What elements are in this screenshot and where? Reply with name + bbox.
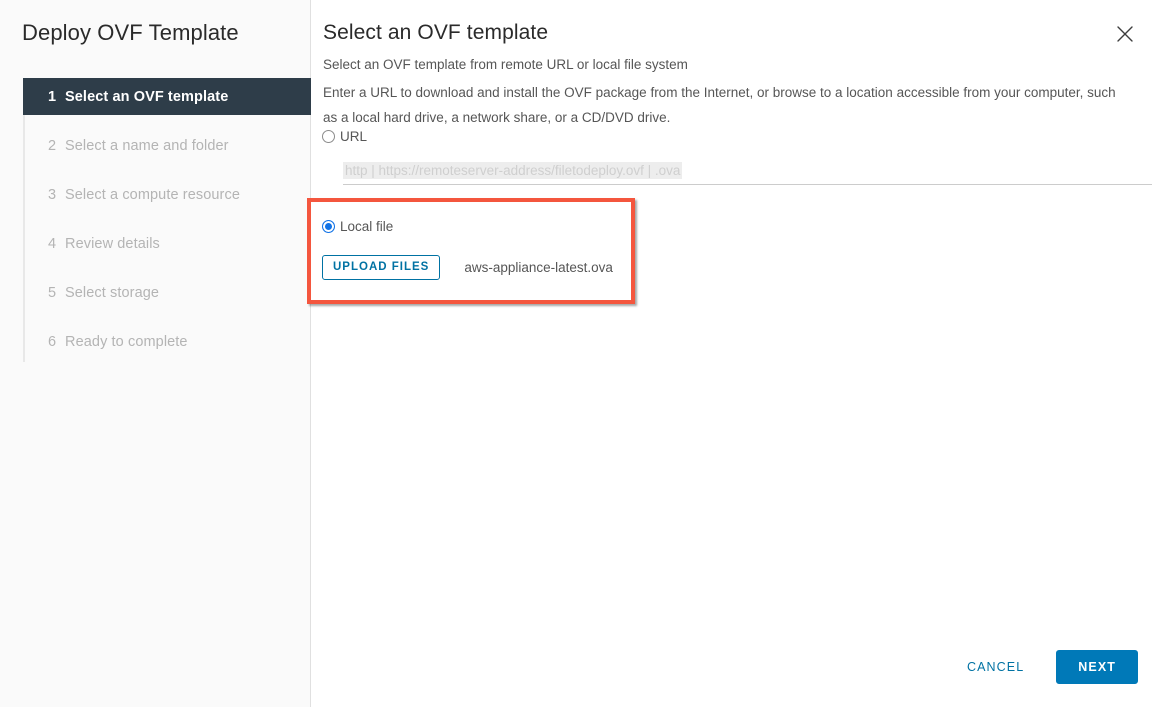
- sidebar-step-select-an-ovf-template[interactable]: 1 Select an OVF template: [23, 78, 311, 115]
- wizard-footer: CANCEL NEXT: [953, 650, 1138, 684]
- close-icon[interactable]: [1113, 22, 1137, 46]
- wizard-sidebar: Deploy OVF Template 1 Select an OVF temp…: [0, 0, 311, 707]
- radio-url-label: URL: [340, 129, 368, 144]
- radio-url-icon[interactable]: [322, 130, 335, 143]
- step-label: Review details: [65, 235, 160, 252]
- selected-file-name: aws-appliance-latest.ova: [464, 260, 613, 275]
- radio-local-file-label: Local file: [340, 219, 394, 234]
- step-label: Select an OVF template: [65, 88, 229, 105]
- step-number: 4: [48, 235, 57, 252]
- sidebar-step-ready-to-complete[interactable]: 6 Ready to complete: [23, 323, 311, 360]
- step-number: 6: [48, 333, 57, 350]
- upload-files-button[interactable]: UPLOAD FILES: [322, 255, 441, 280]
- radio-local-file-icon[interactable]: [322, 220, 335, 233]
- sidebar-step-select-storage[interactable]: 5 Select storage: [23, 274, 311, 311]
- page-title: Select an OVF template: [323, 21, 549, 44]
- next-button[interactable]: NEXT: [1056, 650, 1138, 684]
- upload-row: UPLOAD FILES aws-appliance-latest.ova: [322, 255, 613, 280]
- url-input[interactable]: [343, 160, 1152, 183]
- page-subtitle: Select an OVF template from remote URL o…: [323, 57, 688, 72]
- sidebar-step-review-details[interactable]: 4 Review details: [23, 225, 311, 262]
- step-label: Select storage: [65, 284, 160, 301]
- highlight-annotation-box: [307, 198, 635, 304]
- step-number: 5: [48, 284, 57, 301]
- step-label: Select a compute resource: [65, 186, 240, 203]
- step-number: 3: [48, 186, 57, 203]
- url-input-wrapper[interactable]: http | https://remoteserver-address/file…: [343, 160, 1152, 185]
- step-label: Select a name and folder: [65, 137, 229, 154]
- sidebar-step-select-a-name-and-folder[interactable]: 2 Select a name and folder: [23, 127, 311, 164]
- page-description: Enter a URL to download and install the …: [323, 85, 1116, 125]
- deploy-ovf-wizard: Deploy OVF Template 1 Select an OVF temp…: [0, 0, 1152, 707]
- wizard-steps: 1 Select an OVF template 2 Select a name…: [23, 78, 311, 360]
- wizard-title: Deploy OVF Template: [22, 20, 239, 45]
- step-label: Ready to complete: [65, 333, 188, 350]
- step-number: 2: [48, 137, 57, 154]
- radio-option-url[interactable]: URL: [322, 129, 367, 144]
- sidebar-step-select-a-compute-resource[interactable]: 3 Select a compute resource: [23, 176, 311, 213]
- step-number: 1: [48, 88, 57, 105]
- cancel-button[interactable]: CANCEL: [953, 650, 1038, 684]
- wizard-main-pane: Select an OVF template Select an OVF tem…: [307, 0, 1152, 707]
- radio-option-local-file[interactable]: Local file: [322, 219, 393, 234]
